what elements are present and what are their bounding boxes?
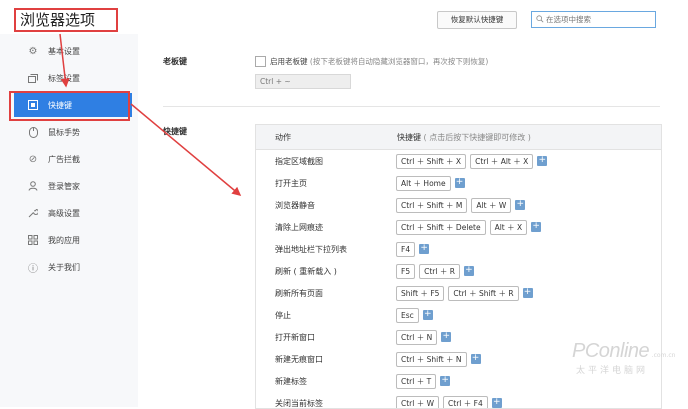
restore-defaults-button[interactable]: 恢复默认快捷键 <box>437 11 517 29</box>
add-shortcut-button[interactable]: + <box>523 288 533 298</box>
sidebar-item-about[interactable]: ⓘ 关于我们 <box>14 255 132 279</box>
shortcut-action: 停止 <box>275 310 291 321</box>
add-shortcut-button[interactable]: + <box>537 156 547 166</box>
tabs-icon <box>26 72 40 84</box>
table-row: 浏览器静音 Ctrl ＋ Shift ＋ M Alt ＋ W + <box>256 194 661 216</box>
block-icon: ⊘ <box>26 153 40 165</box>
add-shortcut-button[interactable]: + <box>441 332 451 342</box>
active-item-highlight <box>9 91 130 121</box>
search-icon <box>536 15 544 23</box>
sidebar-item-label: 基本设置 <box>48 46 80 57</box>
table-row: 刷新所有页面 Shift ＋ F5 Ctrl ＋ Shift ＋ R + <box>256 282 661 304</box>
watermark: PConline .com.cn 太平洋电脑网 <box>572 340 675 376</box>
shortcut-key[interactable]: Alt ＋ W <box>471 198 511 213</box>
shortcuts-section-label: 快捷键 <box>163 126 187 137</box>
table-row: 刷新 ( 重新载入 ) F5 Ctrl ＋ R + <box>256 260 661 282</box>
shortcut-action: 刷新 ( 重新载入 ) <box>275 266 337 277</box>
column-header-action: 动作 <box>275 132 291 143</box>
shortcut-action: 打开主页 <box>275 178 307 189</box>
boss-key-hint: (按下老板键将自动隐藏浏览器窗口，再次按下则恢复) <box>310 57 488 66</box>
add-shortcut-button[interactable]: + <box>455 178 465 188</box>
watermark-brand: PConline <box>572 340 649 362</box>
gear-icon: ⚙ <box>26 45 40 57</box>
shortcut-action: 关闭当前标签 <box>275 398 323 409</box>
shortcut-key[interactable]: Ctrl ＋ Shift ＋ Delete <box>396 220 486 235</box>
sidebar-item-adblock[interactable]: ⊘ 广告拦截 <box>14 147 132 171</box>
shortcut-key[interactable]: Ctrl ＋ Shift ＋ R <box>448 286 518 301</box>
shortcut-action: 清除上网痕迹 <box>275 222 323 233</box>
shortcut-action: 新建无痕窗口 <box>275 354 323 365</box>
shortcut-key[interactable]: Ctrl ＋ Alt ＋ X <box>470 154 533 169</box>
table-row: 打开主页 Alt ＋ Home + <box>256 172 661 194</box>
add-shortcut-button[interactable]: + <box>464 266 474 276</box>
boss-key-label: 启用老板键 (按下老板键将自动隐藏浏览器窗口，再次按下则恢复) <box>270 56 488 67</box>
table-row: 弹出地址栏下拉列表 F4 + <box>256 238 661 260</box>
mouse-icon <box>26 126 40 138</box>
sidebar-item-label: 我的应用 <box>48 235 80 246</box>
shortcut-action: 刷新所有页面 <box>275 288 323 299</box>
sidebar-item-apps[interactable]: 我的应用 <box>14 228 132 252</box>
shortcut-action: 打开新窗口 <box>275 332 315 343</box>
table-row: 指定区域截图 Ctrl ＋ Shift ＋ X Ctrl ＋ Alt ＋ X + <box>256 150 661 172</box>
watermark-slogan: 太平洋电脑网 <box>576 363 675 376</box>
title-bar: 浏览器选项 恢复默认快捷键 <box>0 0 688 34</box>
sidebar-item-label: 高级设置 <box>48 208 80 219</box>
section-divider <box>163 106 660 107</box>
shortcut-action: 弹出地址栏下拉列表 <box>275 244 347 255</box>
shortcut-key[interactable]: F5 <box>396 264 415 279</box>
shortcut-key[interactable]: Alt ＋ X <box>490 220 528 235</box>
shortcut-key[interactable]: Ctrl ＋ Shift ＋ N <box>396 352 467 367</box>
shortcut-key[interactable]: Shift ＋ F5 <box>396 286 444 301</box>
shortcut-key[interactable]: F4 <box>396 242 415 257</box>
boss-key-checkbox[interactable] <box>255 56 266 67</box>
add-shortcut-button[interactable]: + <box>471 354 481 364</box>
shortcut-key[interactable]: Ctrl ＋ N <box>396 330 437 345</box>
sidebar-item-label: 关于我们 <box>48 262 80 273</box>
shortcut-key[interactable]: Alt ＋ Home <box>396 176 451 191</box>
boss-key-section-label: 老板键 <box>163 56 187 67</box>
sidebar-item-label: 广告拦截 <box>48 154 80 165</box>
apps-icon <box>26 234 40 246</box>
user-icon <box>26 180 40 192</box>
sidebar-item-login[interactable]: 登录管家 <box>14 174 132 198</box>
arrow-item-to-content <box>131 104 240 195</box>
column-header-keys: 快捷键 ( 点击后按下快捷键即可修改 ) <box>397 132 531 143</box>
sidebar-item-label: 登录管家 <box>48 181 80 192</box>
column-header-keys-hint: ( 点击后按下快捷键即可修改 ) <box>424 133 531 142</box>
boss-key-input[interactable]: Ctrl + ~ <box>255 74 351 89</box>
add-shortcut-button[interactable]: + <box>423 310 433 320</box>
page-title: 浏览器选项 <box>14 8 118 32</box>
table-row: 关闭当前标签 Ctrl ＋ W Ctrl ＋ F4 + <box>256 392 661 409</box>
table-row: 停止 Esc + <box>256 304 661 326</box>
add-shortcut-button[interactable]: + <box>440 376 450 386</box>
shortcut-action: 浏览器静音 <box>275 200 315 211</box>
shortcut-key[interactable]: Esc <box>396 308 419 323</box>
search-box[interactable] <box>531 11 656 28</box>
sidebar-item-mouse-gesture[interactable]: 鼠标手势 <box>14 120 132 144</box>
add-shortcut-button[interactable]: + <box>531 222 541 232</box>
wrench-icon <box>26 207 40 219</box>
sidebar: ⚙ 基本设置 标签设置 快捷键 鼠标手势 ⊘ 广告拦截 登录管家 高级设置 <box>0 34 138 407</box>
sidebar-item-basic[interactable]: ⚙ 基本设置 <box>14 39 132 63</box>
add-shortcut-button[interactable]: + <box>419 244 429 254</box>
info-icon: ⓘ <box>26 261 40 273</box>
sidebar-item-advanced[interactable]: 高级设置 <box>14 201 132 225</box>
column-header-keys-label: 快捷键 <box>397 133 421 142</box>
shortcut-key[interactable]: Ctrl ＋ R <box>419 264 460 279</box>
add-shortcut-button[interactable]: + <box>515 200 525 210</box>
shortcut-key[interactable]: Ctrl ＋ Shift ＋ X <box>396 154 466 169</box>
shortcut-action: 指定区域截图 <box>275 156 323 167</box>
sidebar-item-tabs[interactable]: 标签设置 <box>14 66 132 90</box>
watermark-domain: .com.cn <box>652 352 676 359</box>
boss-key-checkbox-label: 启用老板键 <box>270 57 308 66</box>
sidebar-item-label: 鼠标手势 <box>48 127 80 138</box>
search-input[interactable] <box>546 13 652 26</box>
shortcut-action: 新建标签 <box>275 376 307 387</box>
shortcut-key[interactable]: Ctrl ＋ T <box>396 374 436 389</box>
table-row: 清除上网痕迹 Ctrl ＋ Shift ＋ Delete Alt ＋ X + <box>256 216 661 238</box>
table-header: 动作 快捷键 ( 点击后按下快捷键即可修改 ) <box>256 125 661 150</box>
sidebar-item-label: 标签设置 <box>48 73 80 84</box>
shortcut-key[interactable]: Ctrl ＋ Shift ＋ M <box>396 198 467 213</box>
